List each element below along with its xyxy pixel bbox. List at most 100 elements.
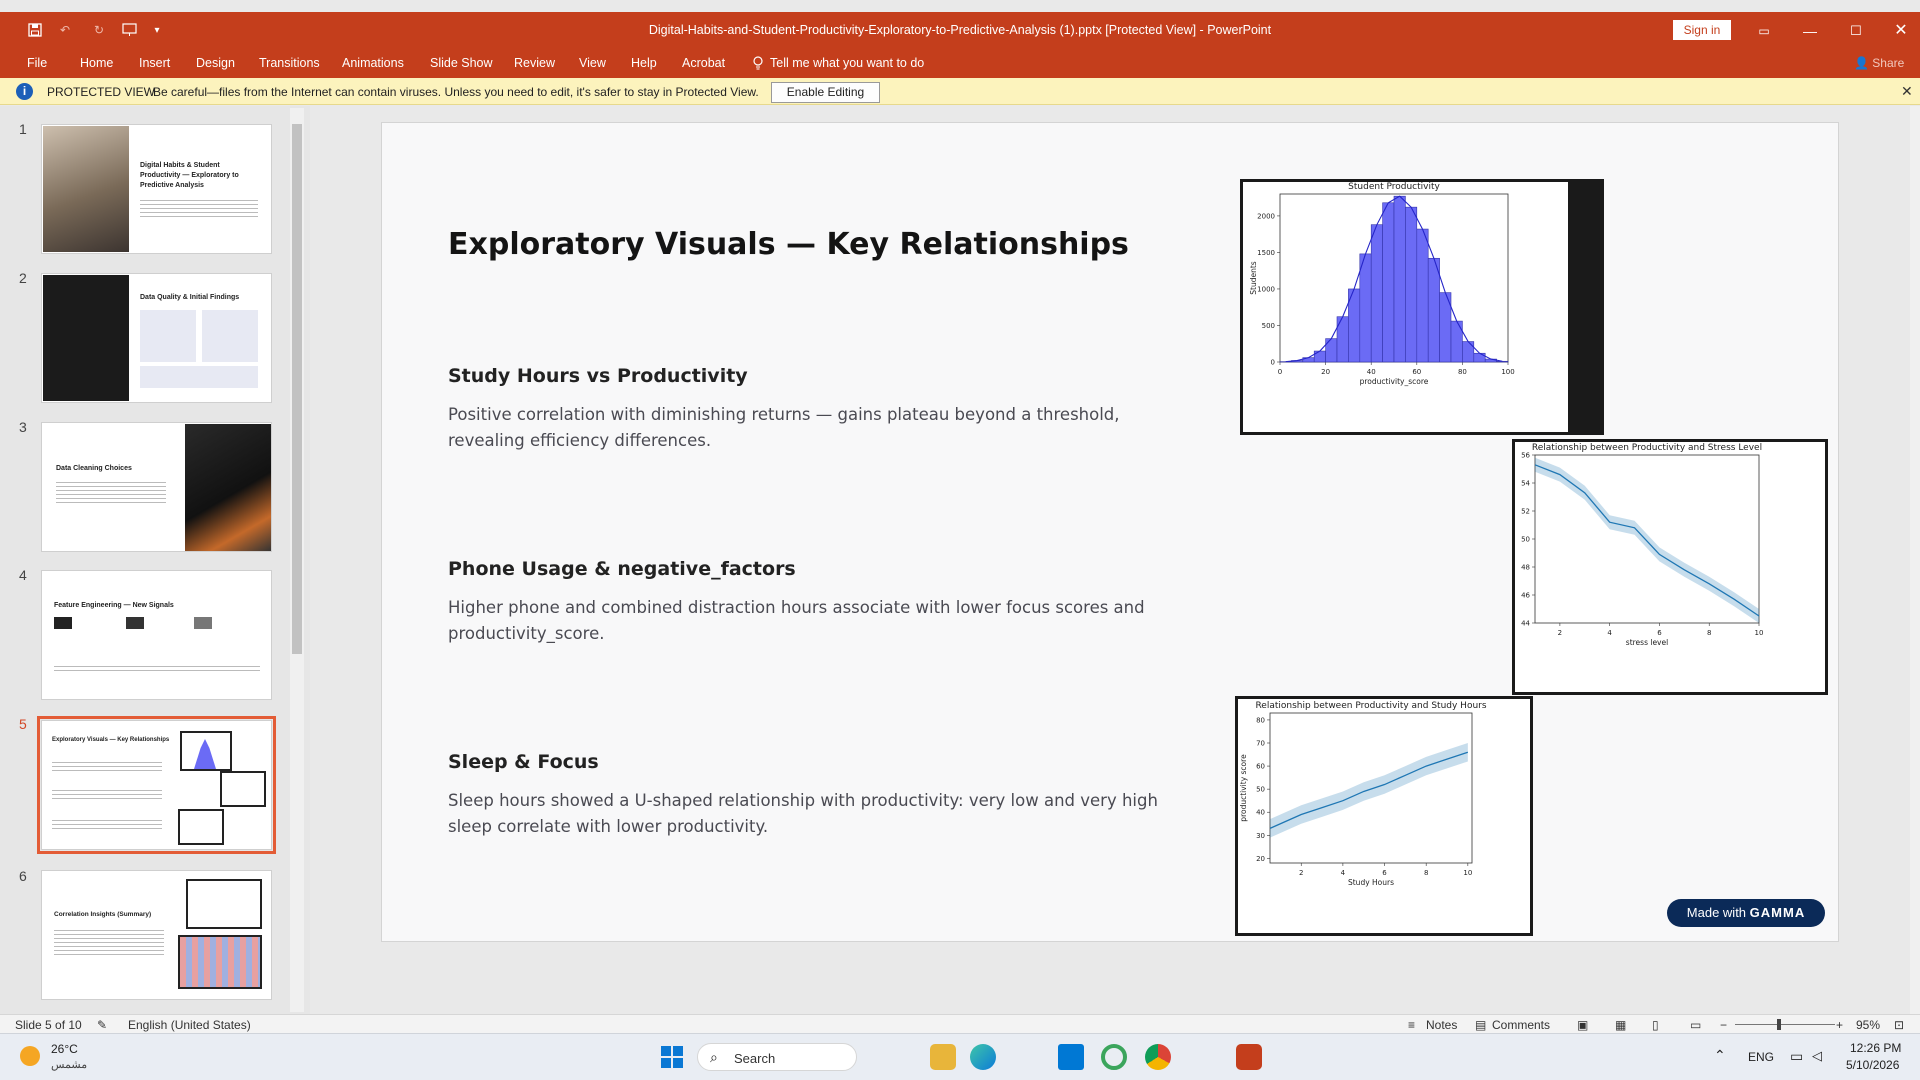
chart-title: Relationship between Productivity and St… (1255, 701, 1486, 711)
section-heading: Study Hours vs Productivity (448, 365, 748, 387)
volume-icon[interactable]: ◁ (1812, 1048, 1822, 1064)
x-axis-label: Study Hours (1348, 878, 1394, 887)
tab-view[interactable]: View (579, 56, 606, 70)
taskbar-search[interactable]: ⌕ Search (697, 1043, 857, 1071)
language-indicator[interactable]: English (United States) (128, 1018, 251, 1032)
y-axis-label: Students (1249, 261, 1258, 295)
fit-slide-icon[interactable]: ⊡ (1894, 1018, 1904, 1032)
x-axis-label: stress level (1626, 638, 1668, 647)
y-tick-label: 52 (1521, 508, 1530, 516)
thumbnail-number: 2 (19, 270, 27, 286)
slide-thumbnail-5[interactable]: Exploratory Visuals — Key Relationships (37, 716, 276, 854)
slide-thumbnail-1[interactable]: Digital Habits & Student Productivity — … (41, 124, 272, 254)
ribbon-tabs: File Home Insert Design Transitions Anim… (0, 49, 1920, 78)
tab-review[interactable]: Review (514, 56, 555, 70)
x-tick-label: 8 (1424, 869, 1428, 877)
histogram-bar (1496, 360, 1509, 363)
tab-slide-show[interactable]: Slide Show (430, 56, 493, 70)
x-tick-label: 6 (1382, 869, 1387, 877)
section-body: Positive correlation with diminishing re… (448, 405, 1120, 450)
protected-view-message: Be careful—files from the Internet can c… (153, 85, 759, 99)
section-heading: Phone Usage & negative_factors (448, 558, 796, 580)
slideshow-view-icon[interactable]: ▭ (1690, 1018, 1701, 1032)
slide-counter: Slide 5 of 10 (15, 1018, 82, 1032)
zoom-out-icon[interactable]: − (1720, 1018, 1727, 1032)
edge-icon[interactable] (970, 1044, 996, 1070)
protected-view-bar: i PROTECTED VIEW Be careful—files from t… (0, 78, 1920, 105)
slide-sorter-icon[interactable]: ▦ (1615, 1018, 1626, 1032)
chrome-icon[interactable] (1145, 1044, 1171, 1070)
app-ring-icon[interactable] (1101, 1044, 1127, 1070)
stress-line-figure: Relationship between Productivity and St… (1504, 439, 1828, 695)
x-tick-label: 10 (1463, 869, 1472, 877)
ribbon-display-icon[interactable]: ▭ (1752, 20, 1776, 42)
windows-start-icon[interactable] (661, 1046, 683, 1068)
clock-time[interactable]: 12:26 PM (1850, 1041, 1901, 1055)
share-label: Share (1872, 56, 1905, 70)
slide-thumbnail-4[interactable]: Feature Engineering — New Signals (41, 570, 272, 700)
zoom-slider[interactable] (1735, 1024, 1835, 1025)
histogram-bar (1313, 350, 1326, 363)
notes-icon[interactable]: ≡ (1408, 1018, 1415, 1032)
current-slide[interactable]: Exploratory Visuals — Key Relationships … (381, 122, 1839, 942)
zoom-level[interactable]: 95% (1856, 1018, 1880, 1032)
productivity-histogram: Student Productivity 0 500 1000 1500 2000 0 20 4… (1249, 182, 1515, 386)
powerpoint-taskbar-icon[interactable] (1236, 1044, 1262, 1070)
protected-view-label: PROTECTED VIEW (47, 85, 156, 99)
close-icon[interactable]: ✕ (1901, 83, 1913, 100)
tell-me-search[interactable]: Tell me what you want to do (770, 56, 924, 70)
lightbulb-icon[interactable] (752, 56, 764, 73)
thumbnail-title: Data Cleaning Choices (56, 465, 132, 472)
close-icon[interactable]: ✕ (1889, 20, 1913, 42)
slide-thumbnail-2[interactable]: Data Quality & Initial Findings (41, 273, 272, 403)
y-tick-label: 30 (1256, 832, 1265, 840)
chevron-up-icon[interactable]: ⌃ (1714, 1047, 1726, 1064)
spelling-icon[interactable]: ✎ (97, 1018, 107, 1032)
y-tick-label: 48 (1521, 564, 1530, 572)
zoom-in-icon[interactable]: + (1836, 1018, 1843, 1032)
vscode-icon[interactable] (1058, 1044, 1084, 1070)
input-language[interactable]: ENG (1748, 1050, 1774, 1064)
tab-help[interactable]: Help (631, 56, 657, 70)
slide-thumbnail-6[interactable]: Correlation Insights (Summary) (41, 870, 272, 1000)
tab-design[interactable]: Design (196, 56, 235, 70)
network-icon[interactable]: ▭ (1790, 1048, 1803, 1065)
x-axis-label: productivity_score (1360, 377, 1429, 386)
tab-home[interactable]: Home (80, 56, 113, 70)
thumbnail-photo (185, 424, 271, 551)
section-body: Higher phone and combined distraction ho… (448, 598, 1145, 643)
tab-insert[interactable]: Insert (139, 56, 170, 70)
tab-acrobat[interactable]: Acrobat (682, 56, 725, 70)
notes-button[interactable]: Notes (1426, 1018, 1457, 1032)
file-explorer-icon[interactable] (930, 1044, 956, 1070)
clock-date[interactable]: 5/10/2026 (1846, 1058, 1899, 1072)
thumbnail-number: 4 (19, 567, 27, 583)
thumbnail-title: Exploratory Visuals — Key Relationships (52, 737, 170, 743)
share-button[interactable]: 👤 Share (1854, 56, 1904, 70)
x-tick-label: 4 (1607, 629, 1612, 637)
study-hours-line-figure: Relationship between Productivity and St… (1235, 696, 1533, 936)
normal-view-icon[interactable]: ▣ (1577, 1018, 1588, 1032)
sun-icon[interactable] (20, 1046, 40, 1066)
y-tick-label: 44 (1521, 620, 1530, 628)
enable-editing-button[interactable]: Enable Editing (771, 82, 880, 103)
thumbnail-title: Feature Engineering — New Signals (54, 602, 174, 609)
thumbnail-scrollbar[interactable] (290, 108, 304, 1012)
slide-scrollbar[interactable] (1910, 106, 1920, 1014)
histogram-bar (1382, 202, 1395, 363)
productivity-histogram-figure: Student Productivity 0 500 1000 1500 2000 0 20 4… (1240, 179, 1604, 435)
minimize-icon[interactable]: — (1798, 20, 1822, 42)
zoom-slider-handle[interactable] (1777, 1019, 1781, 1030)
tab-file[interactable]: File (27, 56, 47, 70)
tab-animations[interactable]: Animations (342, 56, 404, 70)
maximize-icon[interactable]: ☐ (1844, 20, 1868, 42)
comments-button[interactable]: Comments (1492, 1018, 1550, 1032)
tab-transitions[interactable]: Transitions (259, 56, 320, 70)
comments-icon[interactable]: ▤ (1475, 1018, 1486, 1032)
slide-thumbnail-3[interactable]: Data Cleaning Choices (41, 422, 272, 552)
thumbnail-number: 6 (19, 868, 27, 884)
reading-view-icon[interactable]: ▯ (1652, 1018, 1659, 1032)
weather-temp[interactable]: 26°C (51, 1042, 78, 1056)
made-with-gamma-badge[interactable]: Made with GAMMA (1667, 899, 1825, 927)
sign-in-button[interactable]: Sign in (1673, 20, 1731, 40)
